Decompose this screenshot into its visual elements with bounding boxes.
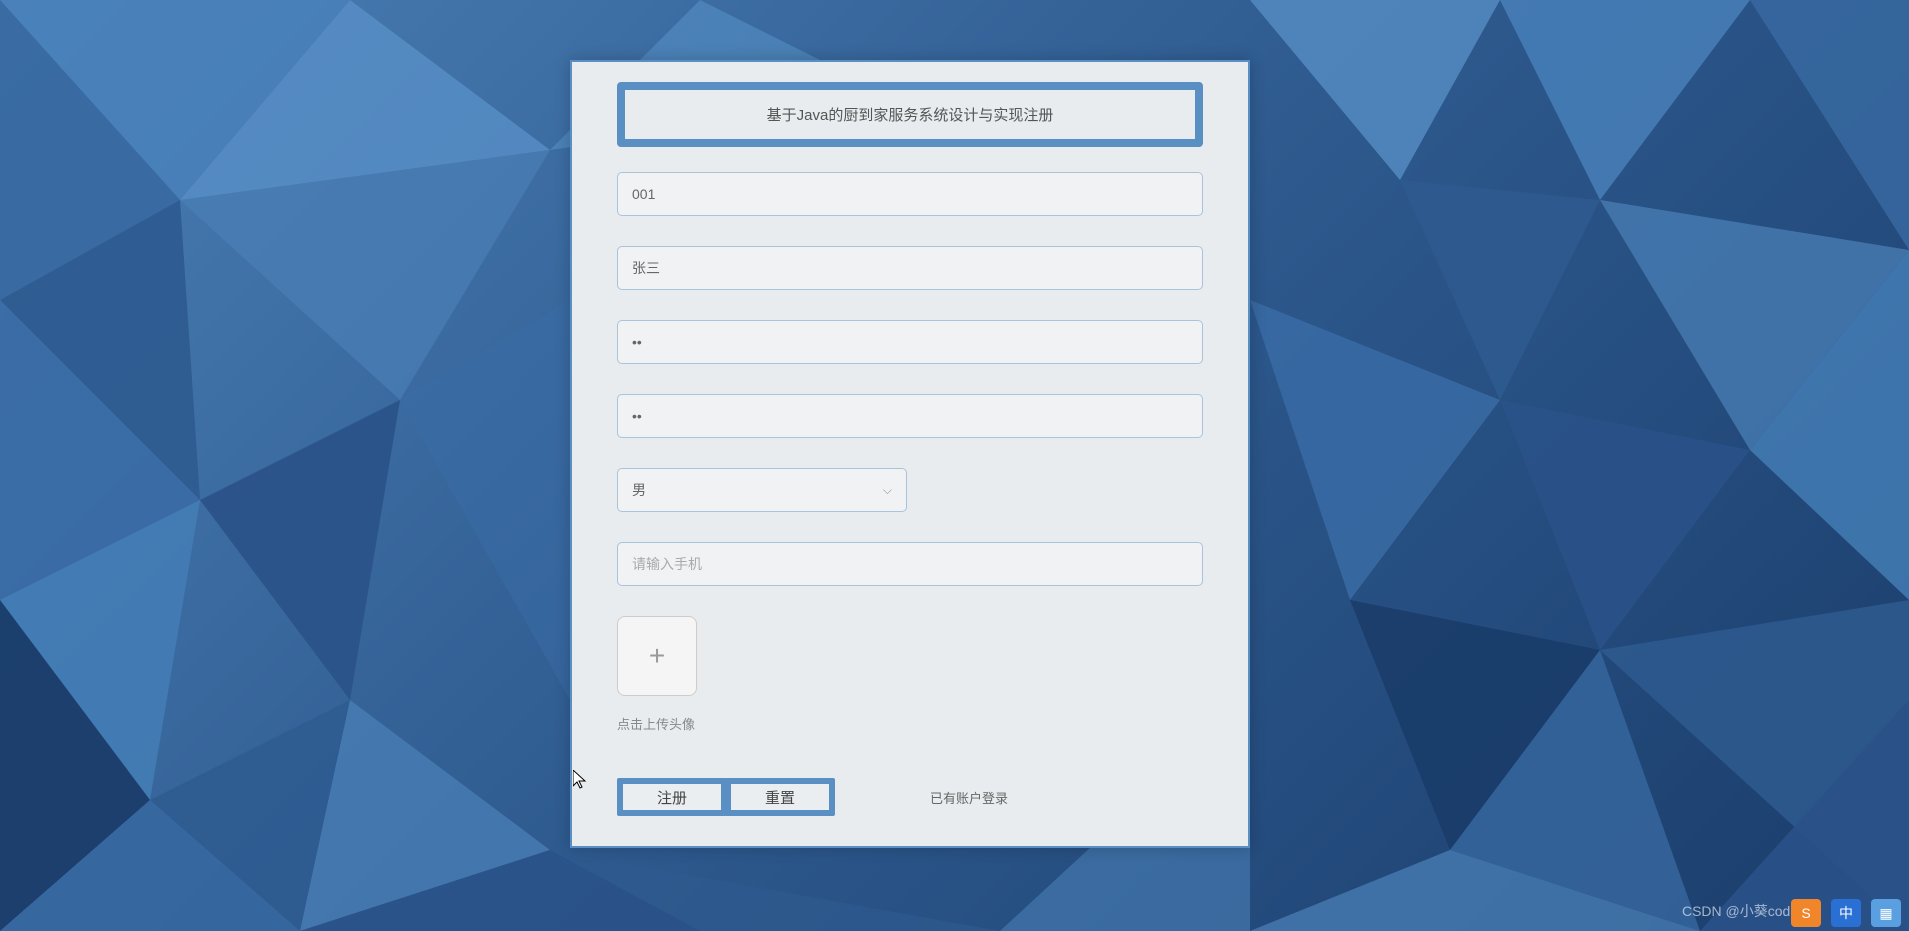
chevron-down-icon: ⌵ [883, 483, 892, 498]
confirm-password-input[interactable] [617, 394, 1203, 438]
login-link[interactable]: 已有账户登录 [930, 788, 1008, 807]
cursor-icon [573, 770, 589, 795]
form-title: 基于Java的厨到家服务系统设计与实现注册 [617, 82, 1203, 147]
reset-button[interactable]: 重置 [725, 778, 835, 816]
upload-hint: 点击上传头像 [617, 714, 1203, 733]
gender-selected-value: 男 [632, 480, 646, 500]
registration-form: 基于Java的厨到家服务系统设计与实现注册 男 ⌵ + 点击上传头像 注册 重置… [570, 60, 1250, 848]
title-text: 基于Java的厨到家服务系统设计与实现注册 [767, 107, 1054, 124]
avatar-upload[interactable]: + [617, 616, 697, 696]
account-input[interactable] [617, 172, 1203, 216]
name-input[interactable] [617, 246, 1203, 290]
password-input[interactable] [617, 320, 1203, 364]
watermark: CSDN @小葵coding [1682, 901, 1809, 921]
taskbar-icon-3[interactable]: ▦ [1871, 899, 1901, 927]
gender-select[interactable]: 男 ⌵ [617, 468, 907, 512]
taskbar-icons: S 中 ▦ [1791, 899, 1901, 927]
taskbar-icon-2[interactable]: 中 [1831, 899, 1861, 927]
register-button[interactable]: 注册 [617, 778, 727, 816]
button-row: 注册 重置 已有账户登录 [617, 778, 1203, 816]
plus-icon: + [649, 640, 665, 672]
phone-input[interactable] [617, 542, 1203, 586]
taskbar-icon-1[interactable]: S [1791, 899, 1821, 927]
